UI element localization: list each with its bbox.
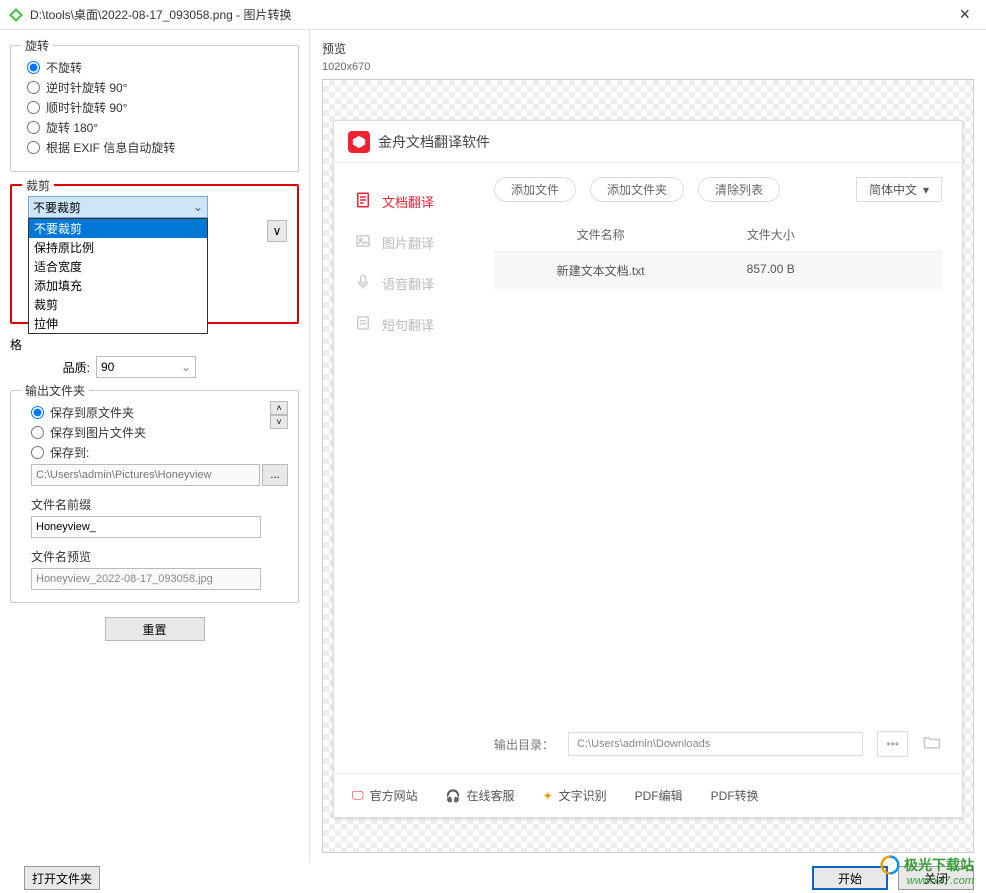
footer-support[interactable]: 🎧在线客服 — [446, 787, 515, 804]
sidebar-item-audio-translate[interactable]: 语音翻译 — [334, 263, 484, 304]
crop-option-keep-ratio[interactable]: 保持原比例 — [29, 238, 207, 257]
cell-actions — [834, 252, 942, 289]
output-opt-custom[interactable]: 保存到: — [31, 444, 266, 461]
reset-button[interactable]: 重置 — [105, 617, 205, 641]
microphone-icon — [354, 273, 372, 294]
crop-group: 裁剪 不要裁剪 不要裁剪 保持原比例 适合宽度 添加填充 裁剪 拉伸 ∨ — [10, 184, 299, 324]
output-opt-original[interactable]: 保存到原文件夹 — [31, 404, 266, 421]
inner-app-titlebar: 金舟文档翻译软件 — [334, 121, 962, 163]
table-row[interactable]: 新建文本文档.txt 857.00 B — [494, 252, 942, 289]
output-group: 输出文件夹 保存到原文件夹 保存到图片文件夹 保存到: ˄ ˅ ... 文件名前… — [10, 390, 299, 603]
inner-app-logo — [348, 131, 370, 153]
text-icon — [354, 314, 372, 335]
inner-output-row: 输出目录： C:\Users\admin\Downloads ••• — [494, 719, 942, 763]
sparkle-icon: ✦ — [543, 789, 553, 803]
output-opt-pictures[interactable]: 保存到图片文件夹 — [31, 424, 266, 441]
footer-ocr[interactable]: ✦文字识别 — [543, 787, 607, 804]
prefix-label: 文件名前缀 — [31, 496, 288, 513]
crop-select-value: 不要裁剪 — [33, 199, 81, 216]
add-folder-button[interactable]: 添加文件夹 — [590, 177, 684, 202]
filename-preview — [31, 568, 261, 590]
rotate-opt-none[interactable]: 不旋转 — [27, 59, 288, 76]
app-icon — [8, 7, 24, 23]
output-stepper-up[interactable]: ˄ — [270, 401, 288, 415]
headset-icon: 🎧 — [446, 789, 461, 803]
footer-website[interactable]: 🖵官方网站 — [352, 787, 418, 804]
output-path-input[interactable] — [31, 464, 260, 486]
close-button[interactable]: × — [951, 4, 978, 25]
window-title: D:\tools\桌面\2022-08-17_093058.png - 图片转换 — [30, 6, 951, 23]
rotate-group: 旋转 不旋转 逆时针旋转 90° 顺时针旋转 90° 旋转 180° 根据 EX… — [10, 45, 299, 172]
rotate-opt-exif[interactable]: 根据 EXIF 信息自动旋转 — [27, 139, 288, 156]
crop-legend: 裁剪 — [22, 177, 54, 194]
chevron-down-icon: ▾ — [923, 183, 929, 197]
rotate-opt-cw90[interactable]: 顺时针旋转 90° — [27, 99, 288, 116]
crop-option-fit-width[interactable]: 适合宽度 — [29, 257, 207, 276]
sidebar-item-doc-translate[interactable]: 文档翻译 — [334, 181, 484, 222]
titlebar: D:\tools\桌面\2022-08-17_093058.png - 图片转换… — [0, 0, 986, 30]
start-button[interactable]: 开始 — [812, 866, 888, 890]
crop-select[interactable]: 不要裁剪 — [28, 196, 208, 218]
rotate-opt-ccw90[interactable]: 逆时针旋转 90° — [27, 79, 288, 96]
inner-output-label: 输出目录： — [494, 736, 554, 753]
image-icon — [354, 232, 372, 253]
preview-label: 文件名预览 — [31, 548, 288, 565]
output-stepper-down[interactable]: ˅ — [270, 415, 288, 429]
inner-app-main: 添加文件 添加文件夹 清除列表 简体中文 ▾ 文件名称 文件大小 — [484, 163, 962, 773]
crop-dropdown: 不要裁剪 保持原比例 适合宽度 添加填充 裁剪 拉伸 — [28, 218, 208, 334]
cell-filename: 新建文本文档.txt — [494, 252, 707, 289]
col-filesize: 文件大小 — [707, 218, 834, 251]
crop-option-crop[interactable]: 裁剪 — [29, 295, 207, 314]
inner-app-body: 文档翻译 图片翻译 语音翻译 — [334, 163, 962, 773]
left-panel: 旋转 不旋转 逆时针旋转 90° 顺时针旋转 90° 旋转 180° 根据 EX… — [0, 30, 310, 863]
format-legend: 格 — [10, 338, 22, 352]
inner-app-sidebar: 文档翻译 图片翻译 语音翻译 — [334, 163, 484, 773]
quality-label: 品质: — [10, 359, 90, 376]
clear-list-button[interactable]: 清除列表 — [698, 177, 780, 202]
document-icon — [354, 191, 372, 212]
crop-option-add-padding[interactable]: 添加填充 — [29, 276, 207, 295]
rotate-legend: 旋转 — [21, 37, 53, 54]
bottom-bar: 打开文件夹 开始 关闭 — [0, 863, 986, 893]
footer-pdf-convert[interactable]: PDF转换 — [711, 787, 759, 804]
inner-app-title: 金舟文档翻译软件 — [378, 132, 490, 152]
add-file-button[interactable]: 添加文件 — [494, 177, 576, 202]
right-panel: 预览 1020x670 金舟文档翻译软件 — [310, 30, 986, 863]
crop-option-stretch[interactable]: 拉伸 — [29, 314, 207, 333]
output-browse-button[interactable]: ... — [262, 464, 288, 486]
sidebar-item-image-translate[interactable]: 图片翻译 — [334, 222, 484, 263]
crop-option-none[interactable]: 不要裁剪 — [29, 219, 207, 238]
inner-app-toolbar: 添加文件 添加文件夹 清除列表 简体中文 ▾ — [494, 177, 942, 202]
prefix-input[interactable] — [31, 516, 261, 538]
quality-select[interactable]: 90 — [96, 356, 196, 378]
inner-output-path[interactable]: C:\Users\admin\Downloads — [568, 732, 863, 756]
table-header: 文件名称 文件大小 — [494, 218, 942, 252]
language-select[interactable]: 简体中文 ▾ — [856, 177, 942, 202]
close-bottom-button[interactable]: 关闭 — [898, 866, 974, 890]
output-stepper: ˄ ˅ — [270, 401, 288, 464]
inner-app-window: 金舟文档翻译软件 文档翻译 — [333, 120, 963, 818]
open-folder-icon[interactable] — [922, 732, 942, 757]
sidebar-item-phrase-translate[interactable]: 短句翻译 — [334, 304, 484, 345]
output-legend: 输出文件夹 — [21, 382, 89, 399]
main-area: 旋转 不旋转 逆时针旋转 90° 顺时针旋转 90° 旋转 180° 根据 EX… — [0, 30, 986, 863]
inner-app-footer: 🖵官方网站 🎧在线客服 ✦文字识别 PDF编辑 PDF转换 — [334, 773, 962, 817]
col-actions — [834, 218, 942, 251]
open-folder-button[interactable]: 打开文件夹 — [24, 866, 100, 890]
cell-filesize: 857.00 B — [707, 252, 834, 289]
preview-dimensions: 1020x670 — [322, 61, 974, 73]
preview-box: 金舟文档翻译软件 文档翻译 — [322, 79, 974, 853]
crop-stepper-button[interactable]: ∨ — [267, 220, 287, 242]
format-group: 格 品质: 90 — [10, 336, 299, 378]
footer-pdf-edit[interactable]: PDF编辑 — [635, 787, 683, 804]
col-filename: 文件名称 — [494, 218, 707, 251]
quality-value: 90 — [101, 360, 114, 374]
monitor-icon: 🖵 — [352, 788, 364, 803]
inner-output-browse[interactable]: ••• — [877, 731, 908, 757]
rotate-opt-180[interactable]: 旋转 180° — [27, 119, 288, 136]
preview-section-label: 预览 — [322, 40, 974, 57]
